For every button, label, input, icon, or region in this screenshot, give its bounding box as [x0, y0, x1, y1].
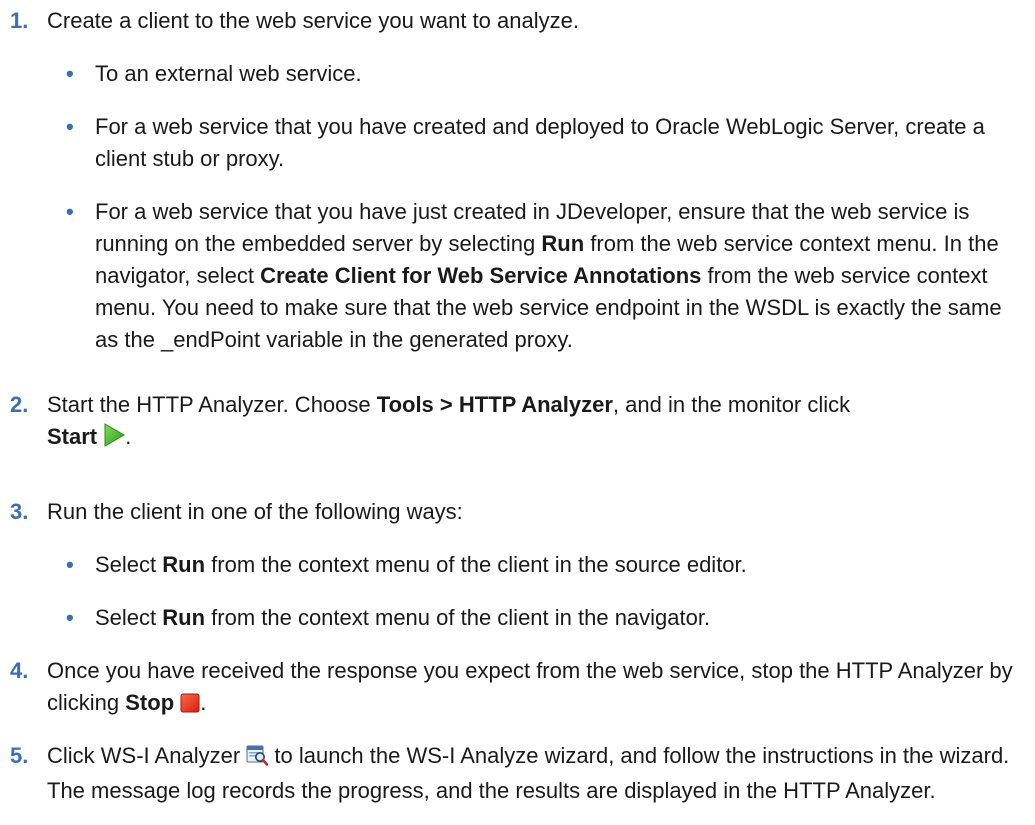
menu-item-run: Run — [162, 552, 206, 577]
step-text: Create a client to the web service you w… — [47, 8, 579, 33]
step-text-part: Click WS-I Analyzer — [47, 743, 247, 768]
step-text-part: . — [200, 690, 207, 715]
bullet-text: For a web service that you have just cre… — [95, 196, 1020, 356]
bullet-marker: • — [66, 552, 74, 577]
bullet-text-part: from the context menu of the client in t… — [205, 552, 747, 577]
step-number: 5. — [10, 743, 29, 768]
bullet-text-part: from the context menu of the client in t… — [205, 605, 711, 630]
menu-path-tools-http-analyzer: Tools > HTTP Analyzer — [376, 392, 613, 417]
step-text: Start the HTTP Analyzer. Choose Tools > … — [47, 389, 1032, 456]
step-number: 2. — [10, 392, 29, 417]
step-number: 3. — [10, 499, 29, 524]
menu-item-run: Run — [162, 605, 206, 630]
step-text-part: Start the HTTP Analyzer. Choose — [47, 392, 377, 417]
bullet-text: Select Run from the context menu of the … — [95, 602, 1020, 634]
bullet-text: For a web service that you have created … — [95, 114, 985, 171]
bullet-marker: • — [66, 114, 74, 139]
step-text: Once you have received the response you … — [47, 655, 1032, 722]
menu-item-run: Run — [541, 231, 585, 256]
bullet-marker: • — [66, 61, 74, 86]
step-number: 4. — [10, 658, 29, 683]
bullet-marker: • — [66, 605, 74, 630]
instructions-page: 1. Create a client to the web service yo… — [0, 0, 1035, 825]
bullet-text: To an external web service. — [95, 61, 362, 86]
bullet-text: Select Run from the context menu of the … — [95, 549, 1020, 581]
ws-i-analyzer-icon — [246, 743, 269, 775]
stop-label: Stop — [125, 690, 175, 715]
step-number: 1. — [10, 8, 29, 33]
step-text: Click WS-I Analyzer to launch the WS-I A… — [47, 740, 1032, 807]
step-text: Run the client in one of the following w… — [47, 499, 463, 524]
bullet-marker: • — [66, 199, 74, 224]
bullet-text-part: Select — [95, 605, 163, 630]
step-text-part: , and in the monitor click — [612, 392, 851, 417]
bullet-text-part: Select — [95, 552, 163, 577]
menu-item-create-client: Create Client for Web Service Annotation… — [260, 263, 702, 288]
step-text-part: . — [125, 424, 132, 449]
start-label: Start — [47, 424, 98, 449]
stop-square-icon — [180, 690, 200, 722]
start-play-icon — [103, 423, 126, 456]
